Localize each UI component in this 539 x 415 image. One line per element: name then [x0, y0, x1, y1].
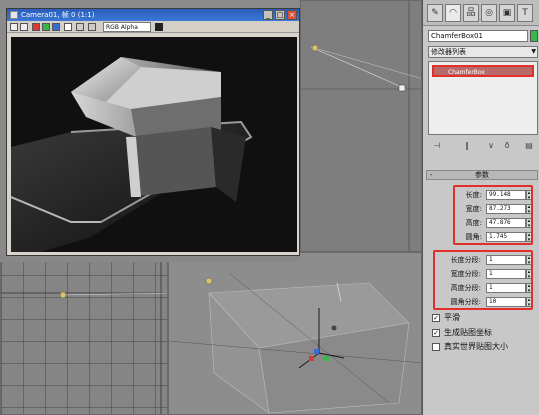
maximize-button[interactable]: □ — [275, 10, 285, 20]
object-color-swatch[interactable] — [530, 30, 538, 42]
viewport-front-scene — [301, 1, 421, 251]
render-toolbar: RGB Alpha — [7, 21, 299, 33]
pin-stack-icon[interactable]: ⊣ — [432, 140, 442, 151]
show-end-result-icon[interactable]: ‖ — [462, 140, 472, 151]
smooth-checkbox[interactable]: ✓ — [432, 314, 440, 322]
command-panel-tabs: ✎ ◠ 品 ◎ ▣ T — [423, 0, 539, 26]
rollout-title: 参数 — [475, 171, 489, 179]
create-tab-icon[interactable]: ✎ — [427, 4, 443, 22]
alpha-channel-icon[interactable] — [64, 23, 72, 31]
render-canvas — [11, 37, 297, 252]
hierarchy-tab-icon[interactable]: 品 — [463, 4, 479, 22]
viewport-left[interactable] — [0, 252, 168, 415]
stack-toolbar: ⊣ ‖ ∨ ð ▤ — [428, 138, 538, 154]
highlight-dimensions — [453, 185, 533, 245]
channel-select[interactable]: RGB Alpha — [103, 22, 151, 32]
real-world-map-size-label: 真实世界贴图大小 — [444, 342, 508, 351]
clear-icon[interactable] — [88, 23, 96, 31]
app-icon — [10, 11, 18, 19]
close-button[interactable]: × — [287, 10, 297, 20]
color-swatch — [155, 23, 163, 31]
real-world-map-size-checkbox[interactable] — [432, 343, 440, 351]
copy-image-icon[interactable] — [20, 23, 28, 31]
motion-tab-icon[interactable]: ◎ — [481, 4, 497, 22]
modifier-list-label: 修改器列表 — [431, 48, 466, 56]
minimize-button[interactable]: _ — [263, 10, 273, 20]
modifier-stack: ChamferBox — [428, 61, 538, 135]
rendered-chamferbox-image — [11, 57, 253, 252]
viewport-front[interactable] — [300, 0, 422, 252]
red-channel-icon[interactable] — [32, 23, 40, 31]
modifier-list-dropdown[interactable]: 修改器列表 ▼ — [428, 46, 538, 58]
render-window-titlebar[interactable]: Camera01, 帧 0 (1:1) _ □ × — [7, 9, 299, 21]
blue-channel-icon[interactable] — [52, 23, 60, 31]
viewport-left-scene — [1, 253, 167, 414]
stack-item-chamferbox[interactable]: ChamferBox — [432, 65, 534, 77]
smooth-label: 平滑 — [444, 313, 460, 322]
viewport-perspective-scene — [169, 272, 421, 414]
utilities-tab-icon[interactable]: T — [517, 4, 533, 22]
make-unique-icon[interactable]: ∨ — [486, 140, 496, 151]
render-window-title: Camera01, 帧 0 (1:1) — [21, 11, 95, 19]
display-tab-icon[interactable]: ▣ — [499, 4, 515, 22]
object-name-field[interactable]: ChamferBox01 — [428, 30, 528, 42]
remove-modifier-icon[interactable]: ð — [502, 140, 512, 151]
chevron-down-icon: ▼ — [531, 48, 536, 55]
rollout-toggle[interactable]: - — [430, 171, 433, 179]
viewport-perspective[interactable] — [168, 252, 422, 415]
save-image-icon[interactable] — [10, 23, 18, 31]
render-frame-window[interactable]: Camera01, 帧 0 (1:1) _ □ × RGB Alpha — [6, 8, 300, 256]
green-channel-icon[interactable] — [42, 23, 50, 31]
modify-tab-icon[interactable]: ◠ — [445, 4, 461, 22]
monochrome-icon[interactable] — [76, 23, 84, 31]
highlight-segments — [433, 250, 533, 310]
parameters-rollout-header[interactable]: - 参数 — [426, 170, 538, 180]
configure-sets-icon[interactable]: ▤ — [524, 140, 534, 151]
gen-mapping-coords-checkbox[interactable]: ✓ — [432, 329, 440, 337]
gen-mapping-coords-label: 生成贴图坐标 — [444, 328, 492, 337]
